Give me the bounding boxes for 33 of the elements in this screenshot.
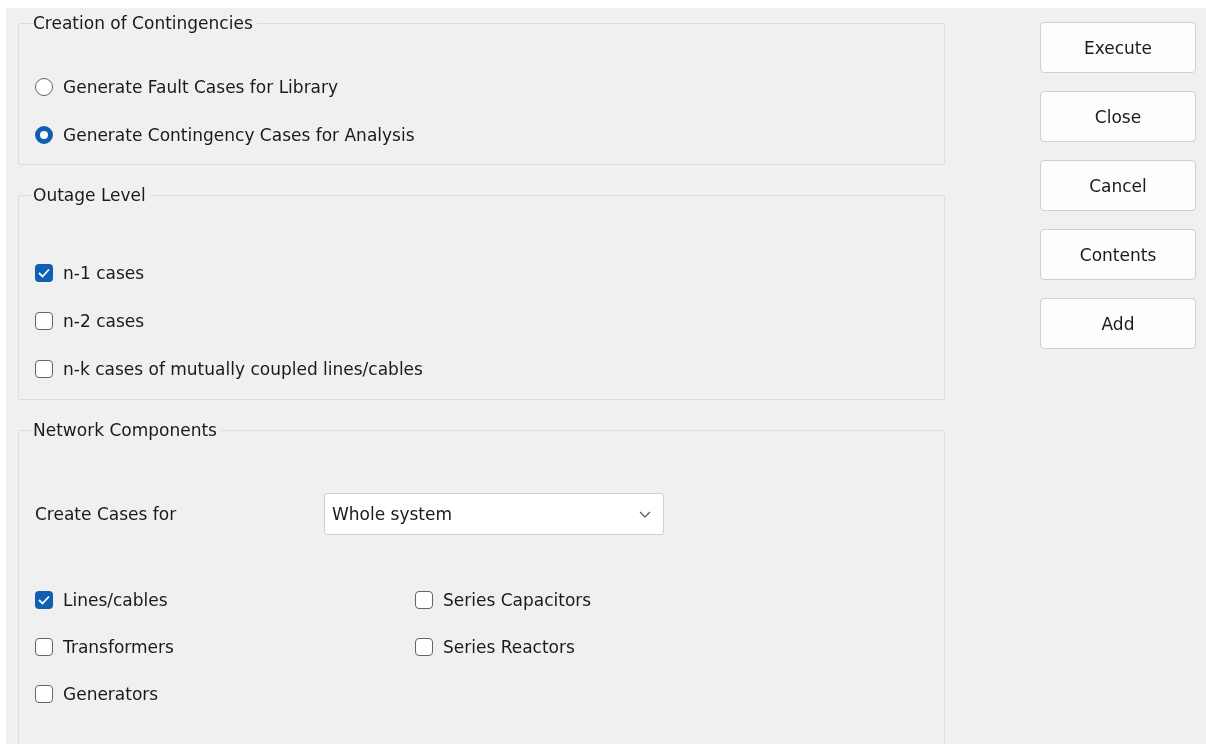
check-icon [38,268,50,278]
dialog-button[interactable]: Add [1040,298,1196,349]
option-label: Generators [63,683,159,704]
dialog-button[interactable]: Close [1040,91,1196,142]
field-label: Create Cases for [35,504,178,524]
radio-button[interactable] [35,126,53,144]
group-title: Creation of Contingencies [33,12,254,35]
group-title: Outage Level [33,184,147,207]
option-label: Generate Contingency Cases for Analysis [63,125,415,145]
checkbox[interactable] [35,684,53,703]
option-label: Series Capacitors [443,589,592,610]
checkbox[interactable] [35,360,53,378]
dialog-button[interactable]: Execute [1040,22,1196,73]
group-title: Network Components [33,419,218,442]
option-label: n-2 cases [63,311,145,331]
option-label: Series Reactors [443,636,575,657]
option-label: n-1 cases [63,263,145,283]
checkbox[interactable] [35,637,53,656]
option-label: Generate Fault Cases for Library [63,77,339,97]
option-label: Lines/cables [63,589,168,610]
chevron-down-icon [639,510,651,518]
dropdown[interactable]: Whole system [324,493,664,535]
checkbox[interactable] [35,312,53,330]
checkbox[interactable] [35,264,53,282]
option-label: n-k cases of mutually coupled lines/cables [63,359,423,379]
dialog-button[interactable]: Contents [1040,229,1196,280]
checkbox[interactable] [35,590,53,609]
checkbox[interactable] [415,590,433,609]
option-label: Transformers [63,636,174,657]
radio-button[interactable] [35,78,53,96]
checkbox[interactable] [415,637,433,656]
dialog-button[interactable]: Cancel [1040,160,1196,211]
check-icon [38,594,50,605]
